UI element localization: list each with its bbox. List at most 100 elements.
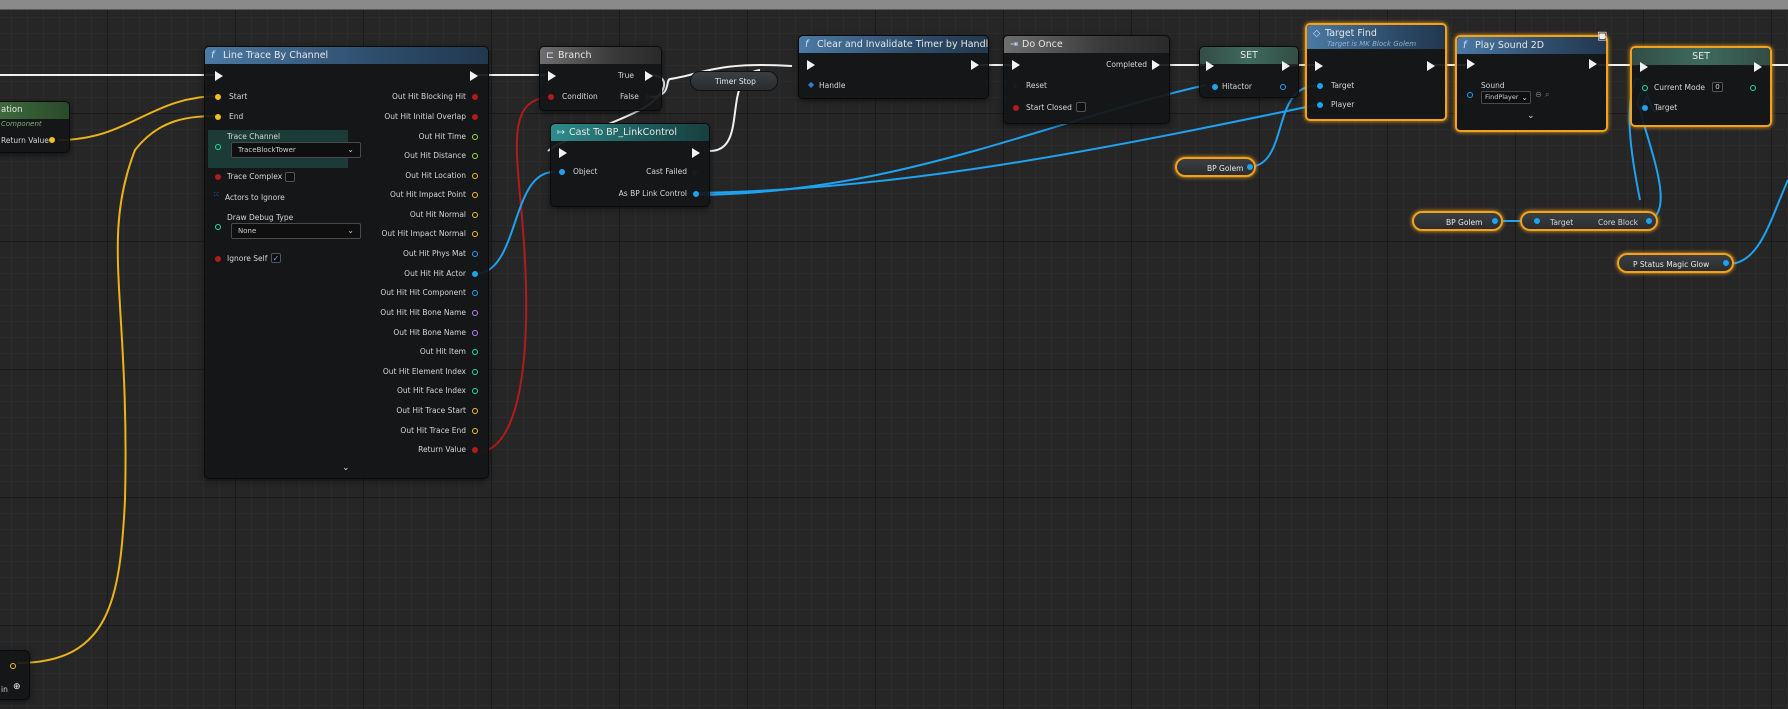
- exec-in-pin[interactable]: [548, 71, 556, 81]
- draw-debug-label: Draw Debug Type: [227, 213, 294, 222]
- out-face-index-pin[interactable]: [472, 388, 478, 394]
- out-time-pin[interactable]: [472, 134, 478, 140]
- trace-complex-label: Trace Complex: [227, 172, 283, 181]
- exec-out-pin[interactable]: [692, 148, 700, 158]
- out-location-pin[interactable]: [472, 173, 478, 179]
- trace-complex-checkbox[interactable]: [285, 172, 295, 182]
- actors-to-ignore-label: Actors to Ignore: [225, 193, 285, 202]
- out-bone-name-pin[interactable]: [472, 330, 478, 336]
- draw-debug-pin[interactable]: [215, 224, 221, 230]
- out-initial-overlap-pin[interactable]: [472, 114, 478, 120]
- return-value-pin[interactable]: [472, 447, 478, 453]
- false-exec-pin[interactable]: [645, 92, 653, 102]
- exec-in-pin[interactable]: [1206, 61, 1214, 71]
- exec-out-pin[interactable]: [470, 71, 478, 81]
- array-grid-icon[interactable]: ⁙: [213, 190, 220, 199]
- partial-bottom-node[interactable]: in ⊕: [0, 650, 30, 700]
- vector-output-pin[interactable]: [10, 663, 16, 669]
- play-sound-2d-node[interactable]: f Play Sound 2D ▣ Sound FindPlayer ⌄ ⊖ ⌕ …: [1455, 29, 1608, 132]
- sound-asset-dropdown[interactable]: FindPlayer ⌄: [1481, 91, 1531, 104]
- out-hit-actor-pin[interactable]: [472, 271, 478, 277]
- bp-golem-getter-node[interactable]: BP Golem: [1175, 157, 1256, 177]
- current-mode-out-pin[interactable]: [1750, 85, 1756, 91]
- return-value-pin[interactable]: [49, 137, 55, 143]
- set-current-mode-node[interactable]: SET Current Mode 0 Target: [1630, 46, 1772, 127]
- trace-channel-pin[interactable]: [215, 144, 221, 150]
- player-pin[interactable]: [1317, 102, 1323, 108]
- completed-exec-pin[interactable]: [1152, 60, 1160, 70]
- bp-golem-out-pin[interactable]: [1247, 164, 1253, 170]
- bp-golem-out-pin[interactable]: [1492, 218, 1498, 224]
- set-hitactor-node[interactable]: SET Hitactor: [1199, 46, 1299, 98]
- clear-invalidate-timer-node[interactable]: f Clear and Invalidate Timer by Handle ◆ …: [798, 35, 989, 99]
- end-pin[interactable]: [215, 114, 221, 120]
- condition-pin[interactable]: [548, 94, 554, 100]
- branch-node[interactable]: ⊏ Branch True Condition False: [539, 46, 662, 111]
- cast-to-bp-linkcontrol-node[interactable]: ↦ Cast To BP_LinkControl Object Cast Fail…: [550, 123, 710, 207]
- ignore-self-checkbox[interactable]: ✓: [271, 253, 281, 263]
- out-trace-end-pin[interactable]: [472, 428, 478, 434]
- out-impact-normal-pin[interactable]: [472, 231, 478, 237]
- out-hit-component-pin[interactable]: [472, 290, 478, 296]
- out-item-pin[interactable]: [472, 349, 478, 355]
- start-closed-checkbox[interactable]: [1076, 102, 1086, 112]
- target-pin[interactable]: [1534, 218, 1540, 224]
- partial-get-component-node[interactable]: ation Component Return Value: [0, 101, 70, 153]
- out-blocking-hit-pin[interactable]: [472, 94, 478, 100]
- target-find-node[interactable]: ◇ Target Find Target is MK Block Golem Ta…: [1305, 23, 1447, 121]
- out-phys-mat-pin[interactable]: [472, 251, 478, 257]
- start-pin[interactable]: [215, 94, 221, 100]
- sound-pin[interactable]: [1467, 92, 1473, 98]
- bp-golem-getter-node-2[interactable]: BP Golem: [1412, 211, 1503, 231]
- hitactor-in-pin[interactable]: [1212, 84, 1218, 90]
- as-bp-link-control-pin[interactable]: [693, 191, 699, 197]
- exec-in-pin[interactable]: [1315, 61, 1323, 71]
- target-pin[interactable]: [1317, 83, 1323, 89]
- search-icon[interactable]: ⌕: [1545, 90, 1549, 100]
- line-trace-by-channel-node[interactable]: f Line Trace By Channel Start End Trace C…: [204, 46, 489, 479]
- exec-out-pin[interactable]: [1754, 62, 1762, 72]
- current-mode-value[interactable]: 0: [1712, 82, 1723, 92]
- browse-arrow-icon[interactable]: ⊖: [1535, 90, 1542, 99]
- cast-failed-exec-pin[interactable]: [692, 168, 700, 178]
- exec-out-pin[interactable]: [1589, 59, 1597, 69]
- exec-out-pin[interactable]: [971, 60, 979, 70]
- trace-complex-pin[interactable]: [215, 174, 221, 180]
- exec-out-pin[interactable]: [1282, 61, 1290, 71]
- do-once-node[interactable]: ⇥ Do Once Completed Reset Start Closed: [1003, 35, 1170, 124]
- add-pin-icon[interactable]: ⊕: [13, 682, 21, 692]
- out-element-index-pin[interactable]: [472, 369, 478, 375]
- struct-pin-icon[interactable]: ◆: [808, 80, 814, 89]
- out-impact-point-pin[interactable]: [472, 192, 478, 198]
- function-icon: f: [805, 39, 809, 50]
- reset-exec-pin[interactable]: [1012, 81, 1020, 91]
- expand-chevron-icon[interactable]: ⌄: [1527, 111, 1535, 121]
- exec-in-pin[interactable]: [559, 148, 567, 158]
- target-pin[interactable]: [1642, 105, 1648, 111]
- timer-stop-node[interactable]: Timer Stop: [690, 71, 778, 91]
- true-exec-pin[interactable]: [645, 71, 653, 81]
- exec-out-pin[interactable]: [1427, 61, 1435, 71]
- ignore-self-pin[interactable]: [215, 256, 221, 262]
- status-magic-glow-out-pin[interactable]: [1723, 260, 1729, 266]
- exec-in-pin[interactable]: [1640, 62, 1648, 72]
- current-mode-pin[interactable]: [1642, 85, 1648, 91]
- start-closed-pin[interactable]: [1013, 105, 1019, 111]
- out-distance-pin[interactable]: [472, 153, 478, 159]
- status-magic-glow-getter-node[interactable]: P Status Magic Glow: [1617, 253, 1734, 273]
- draw-debug-dropdown[interactable]: None ⌄: [231, 223, 361, 239]
- core-block-out-pin[interactable]: [1646, 218, 1652, 224]
- exec-in-pin[interactable]: [1012, 60, 1020, 70]
- hitactor-out-pin[interactable]: [1280, 84, 1286, 90]
- trace-channel-dropdown[interactable]: TraceBlockTower ⌄: [231, 142, 361, 158]
- core-block-getter-node[interactable]: Target Core Block: [1520, 211, 1658, 231]
- exec-in-pin[interactable]: [1467, 59, 1475, 69]
- exec-in-pin[interactable]: [215, 71, 223, 81]
- object-pin[interactable]: [559, 169, 565, 175]
- exec-in-pin[interactable]: [807, 60, 815, 70]
- false-label: False: [620, 92, 639, 101]
- out-normal-pin[interactable]: [472, 212, 478, 218]
- out-hit-bone-name-pin[interactable]: [472, 310, 478, 316]
- out-trace-start-pin[interactable]: [472, 408, 478, 414]
- expand-chevron-icon[interactable]: ⌄: [342, 463, 350, 473]
